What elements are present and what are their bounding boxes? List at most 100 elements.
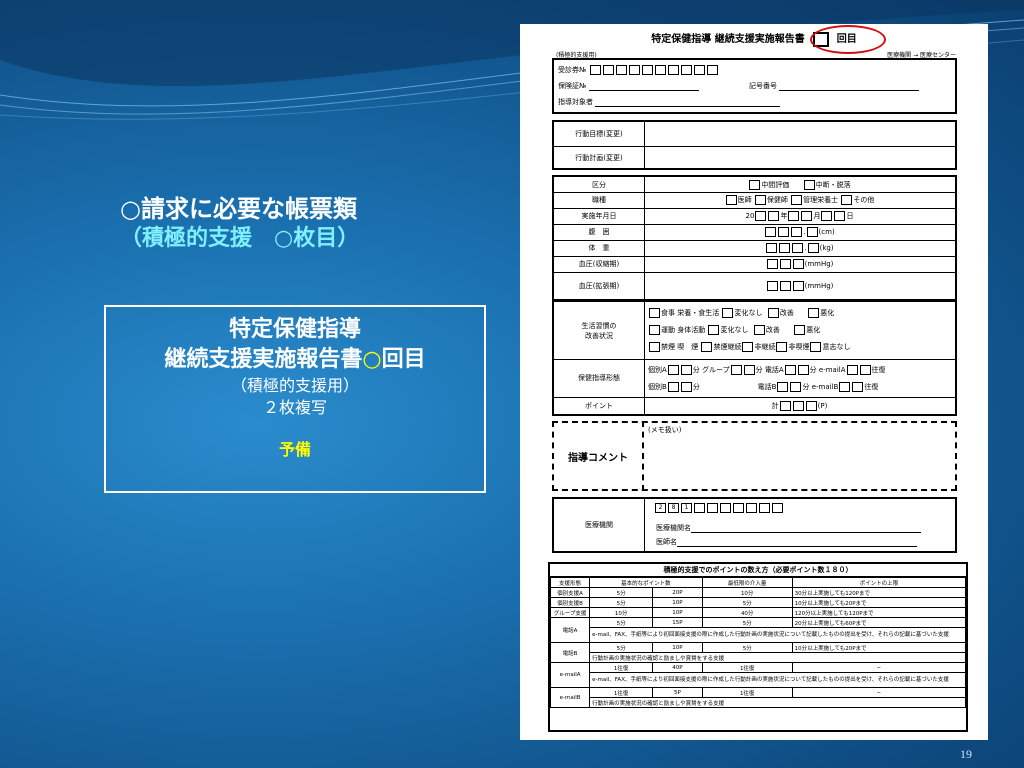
ft-rt1: 往復 <box>871 366 886 374</box>
inst-doctor-label: 医師名 <box>656 538 677 546</box>
ls-kin: 禁煙継続 <box>713 343 742 351</box>
formtype-options: 個別A 分 グループ分 電話A 分 e-mailA 往復 個別B 分 電話B 分 e-ma… <box>648 362 886 396</box>
ls-nonsmoker: 非喫煙 <box>788 343 810 351</box>
job-label: 職種 <box>592 196 606 204</box>
plan-block: 行動目標(変更) 行動計画(変更) <box>552 120 957 170</box>
table-row: e-mailB 1往復 5P 1往復 − <box>549 687 967 708</box>
lifestyle-label-b: 改善状況 <box>585 331 613 340</box>
formtype-label: 保健指導形態 <box>578 374 620 382</box>
pt-cell: 10P <box>652 642 703 653</box>
ls-worse1: 悪化 <box>820 309 835 317</box>
pt-cell: 5分 <box>589 587 654 598</box>
pt-cell: 40分 <box>701 607 793 618</box>
form-title: 特定保健指導 継続支援実施報告書 回目 <box>520 30 988 47</box>
box-note: 予備 <box>278 440 311 459</box>
ls-exercise2: 身体活動 <box>677 326 706 334</box>
table-row: 行動計画の実施状況の確認と励ましや賞賛をする支援 <box>551 697 966 708</box>
pt-cell: 10分以上実施しても20Pまで <box>791 642 967 653</box>
ft-group: グループ <box>702 366 730 374</box>
pt-cell: 30分以上実施しても120Pまで <box>791 587 967 598</box>
ls-improve1: 改善 <box>779 309 794 317</box>
pt-cell: − <box>791 687 967 698</box>
pt-cell: 個別支援B <box>549 597 591 608</box>
pt-cell: 5P <box>652 687 703 698</box>
pt-cell: e-mailB <box>549 687 591 708</box>
highlight-circle <box>810 25 886 54</box>
symbol-label: 記号番号 <box>749 82 777 90</box>
lifestyle-label-a: 生活習慣の <box>581 321 617 330</box>
comment-memo: (メモ扱い) <box>648 426 682 434</box>
job-dietitian: 管理栄養士 <box>803 196 839 204</box>
institution-doctor: 医師名 <box>656 537 917 547</box>
month-unit: 月 <box>813 212 821 220</box>
sbp-fields: (mmHg) <box>644 256 955 272</box>
point-unit: (P) <box>817 401 828 410</box>
pt-note-tel-b: 行動計画の実施状況の確認と励ましや賞賛をする支援 <box>589 652 966 663</box>
pt-cell: 20分以上実施しても60Pまで <box>791 617 967 628</box>
table-row: 電話A 5分 15P 5分 20分以上実施しても60Pまで <box>549 617 967 643</box>
date-label: 実施年月日 <box>581 212 617 220</box>
pt-cell: 120分以上実施しても120Pまで <box>791 607 967 618</box>
pt-cell: 40P <box>652 662 703 673</box>
ft-min1: 分 <box>692 366 700 374</box>
pt-cell: グループ支援 <box>549 607 591 618</box>
pt-cell: 20P <box>652 587 703 598</box>
info-box: 特定保健指導 継続支援実施報告書○回目 （積極的支援用） ２枚複写 予備 <box>104 305 486 493</box>
pt-cell: − <box>791 662 967 673</box>
pt-cell: 10P <box>652 607 703 618</box>
voucher-label: 受診券№ <box>558 66 587 74</box>
pt-h0: 支援形態 <box>549 577 591 588</box>
pt-cell: 1往復 <box>701 687 793 698</box>
stop-option: 中断・脱落 <box>815 180 851 189</box>
table-row: 個別支援A 5分 20P 10分 30分以上実施しても120Pまで <box>549 587 967 598</box>
plan-label: 行動計画(変更) <box>575 154 623 162</box>
report-form-image: 特定保健指導 継続支援実施報告書 回目 (積極的支援用) 医療機関 → 医療センタ… <box>520 24 988 740</box>
points-table: 積極的支援でのポイントの数え方（必要ポイント数１８０） 支援形態 基本的なポイン… <box>548 562 968 732</box>
comment-divider <box>642 421 644 491</box>
voucher-field: 受診券№ <box>558 65 719 75</box>
ls-diet: 食事 <box>661 309 675 317</box>
ft-mail-b: e-mailB <box>811 383 839 391</box>
id-block: 受診券№ 保険証№ 記号番号 指導対象者 <box>552 58 957 114</box>
pt-cell: 5分 <box>701 642 793 653</box>
table-row: 電話B 5分 10P 5分 10分以上実施しても20Pまで <box>549 642 967 663</box>
comment-label: 指導コメント <box>568 452 628 464</box>
comment-block: 指導コメント (メモ扱い) <box>552 421 957 491</box>
job-other: その他 <box>853 196 875 204</box>
box-sub1: （積極的支援用） <box>230 376 359 395</box>
dbp-label: 血圧(拡張期) <box>578 281 620 290</box>
ft-tel-b: 電話B <box>757 383 777 391</box>
target-field: 指導対象者 <box>558 97 781 107</box>
table-row: グループ支援 10分 10P 40分 120分以上実施しても120Pまで <box>549 607 967 618</box>
pt-cell: 5分 <box>589 597 654 608</box>
box-title2-a: 継続支援実施報告書 <box>164 347 363 372</box>
insurance-field: 保険証№ <box>558 81 699 91</box>
institution-label: 医療機関 <box>585 521 613 529</box>
pt-cell: 10分以上実施しても20Pまで <box>791 597 967 608</box>
inst-name-label: 医療機関名 <box>656 524 691 532</box>
heading-line2: （積極的支援 ○枚目） <box>120 226 360 251</box>
dbp-unit: (mmHg) <box>804 281 834 290</box>
points-grid: 支援形態 基本的なポイント数 最低限の介入量 ポイントの上限 個別支援A 5分 20… <box>549 577 967 708</box>
ls-exercise: 運動 <box>661 326 675 334</box>
ft-rt2: 往復 <box>864 383 879 391</box>
box-title2: 継続支援実施報告書○回目 <box>106 345 484 375</box>
ft-min4: 分 <box>692 383 700 391</box>
lifestyle-label: 生活習慣の 改善状況 <box>554 302 644 359</box>
ls-smoke2: 喫 煙 <box>677 343 699 351</box>
lifestyle-block: 生活習慣の 改善状況 食事 栄養・食生活 変化なし 改善 悪化 運動 身体活動 変… <box>552 300 957 416</box>
ls-nochange1: 変化なし <box>734 309 763 317</box>
ls-nochange2: 変化なし <box>720 326 749 334</box>
kubun-options: 中間評価 中断・脱落 <box>644 177 955 192</box>
point-fields: 計 (P) <box>644 397 955 414</box>
pt-h2: 最低限の介入量 <box>701 577 793 588</box>
points-header: 支援形態 基本的なポイント数 最低限の介入量 ポイントの上限 <box>549 577 967 588</box>
pt-cell: 1往復 <box>589 687 654 698</box>
pt-cell: 10P <box>652 597 703 608</box>
code-digit-1: 2 <box>655 503 666 513</box>
eval-block: 区分 中間評価 中断・脱落 職種 医師 保健師 管理栄養士 その他 実施年月日 … <box>552 175 957 301</box>
pt-cell: e-mailA <box>549 662 591 688</box>
ft-mail-a: e-mailA <box>818 366 846 374</box>
point-total: 計 <box>771 401 779 410</box>
heading-line1: ○請求に必要な帳票類 <box>120 195 357 223</box>
